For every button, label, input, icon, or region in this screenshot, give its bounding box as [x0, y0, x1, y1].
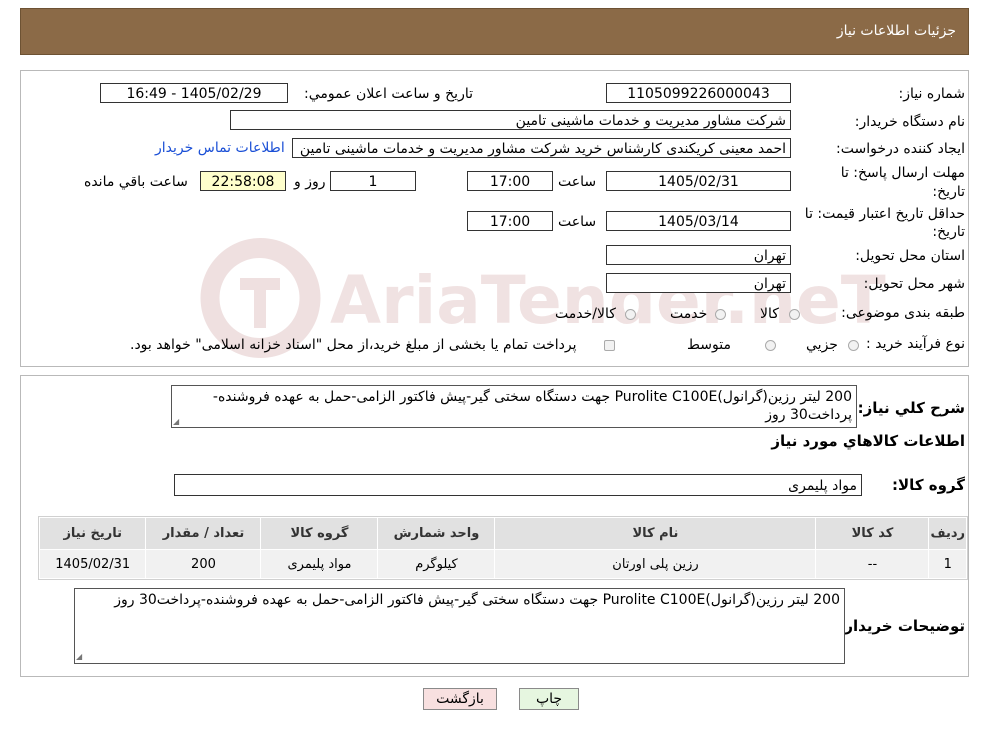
description-label: شرح کلي نياز:: [857, 399, 965, 417]
city-field: تهران: [606, 273, 791, 293]
creator-label: ايجاد کننده درخواست:: [836, 141, 965, 157]
table-header-row: رديف کد کالا نام کالا واحد شمارش گروه کا…: [38, 517, 967, 550]
remaining-time-field: 22:58:08: [200, 171, 286, 191]
days-label: روز و: [294, 174, 326, 190]
process-option-medium: متوسط: [687, 337, 731, 353]
table-cell: 1: [928, 549, 967, 579]
process-radio-minor[interactable]: [848, 340, 859, 351]
buyer-notes-resize-icon[interactable]: ◢: [76, 653, 84, 661]
col-header-name: نام کالا: [494, 517, 817, 550]
goods-group-field: مواد پلیمری: [174, 474, 862, 496]
buyer-notes-label: توضيحات خريدار:: [838, 617, 965, 635]
table-cell: کیلوگرم: [377, 549, 496, 579]
validity-time-field: 17:00: [467, 211, 553, 231]
validity-date-field: 1405/03/14: [606, 211, 791, 231]
validity-label: حداقل تاريخ اعتبار قيمت: تا: [804, 206, 965, 222]
table-cell: مواد پلیمری: [260, 549, 379, 579]
col-header-row-no: رديف: [928, 517, 967, 550]
province-field: تهران: [606, 245, 791, 265]
table-cell: 200: [145, 549, 262, 579]
table-row: 1 -- رزین پلی اورتان کیلوگرم مواد پلیمری…: [38, 549, 967, 579]
process-label: نوع فرآيند خريد :: [866, 336, 965, 352]
items-table: رديف کد کالا نام کالا واحد شمارش گروه کا…: [38, 517, 967, 579]
description-textarea[interactable]: 200 لیتر رزین(گرانول)Purolite C100E جهت …: [171, 385, 857, 428]
category-option-goods: کالا: [760, 306, 779, 322]
category-label: طبقه بندی موضوعی:: [841, 305, 965, 321]
validity-time-label: ساعت: [558, 214, 597, 230]
back-button[interactable]: بازگشت: [423, 688, 497, 710]
col-header-date: تاريخ نياز: [38, 517, 147, 550]
announce-field: 1405/02/29 - 16:49: [100, 83, 288, 103]
goods-group-label: گروه کالا:: [892, 476, 965, 494]
remaining-time-label: ساعت باقي مانده: [84, 174, 188, 190]
description-resize-icon[interactable]: ◢: [173, 418, 181, 426]
table-cell: رزین پلی اورتان: [494, 549, 817, 579]
need-number-field: 1105099226000043: [606, 83, 791, 103]
col-header-quantity: تعداد / مقدار: [145, 517, 262, 550]
col-header-unit: واحد شمارش: [377, 517, 496, 550]
deadline-label: مهلت ارسال پاسخ: تا: [840, 165, 965, 181]
items-table-wrapper: رديف کد کالا نام کالا واحد شمارش گروه کا…: [38, 516, 968, 580]
page-header: جزئیات اطلاعات نیاز: [20, 8, 969, 55]
category-option-goods-service: کالا/خدمت: [555, 306, 616, 322]
process-option-minor: جزيي: [806, 337, 838, 353]
items-heading: اطلاعات کالاهاي مورد نياز: [771, 432, 965, 450]
deadline-date-field: 1405/02/31: [606, 171, 791, 191]
table-cell: 1405/02/31: [38, 549, 147, 579]
buyer-org-label: نام دستگاه خريدار:: [854, 114, 965, 130]
page-title: جزئیات اطلاعات نیاز: [836, 23, 956, 39]
city-label: شهر محل تحويل:: [863, 276, 965, 292]
buyer-notes-textarea[interactable]: 200 لیتر رزین(گرانول)Purolite C100E جهت …: [74, 588, 845, 664]
creator-field: احمد معینی کریکندی کارشناس خرید شرکت مشا…: [292, 138, 791, 158]
days-field: 1: [330, 171, 416, 191]
category-radio-goods[interactable]: [789, 309, 800, 320]
deadline-time-field: 17:00: [467, 171, 553, 191]
col-header-group: گروه کالا: [260, 517, 379, 550]
process-note: پرداخت تمام يا بخشی از مبلغ خريد،از محل …: [130, 337, 577, 353]
buyer-contact-link[interactable]: اطلاعات تماس خريدار: [155, 140, 285, 156]
announce-label: تاریخ و ساعت اعلان عمومي:: [304, 86, 473, 102]
process-checkbox-treasury[interactable]: [604, 340, 615, 351]
col-header-code: کد کالا: [815, 517, 930, 550]
buyer-org-field: شرکت مشاور مدیریت و خدمات ماشینی تامین: [230, 110, 791, 130]
print-button[interactable]: چاپ: [519, 688, 579, 710]
process-radio-medium[interactable]: [765, 340, 776, 351]
category-radio-service[interactable]: [715, 309, 726, 320]
category-radio-goods-service[interactable]: [625, 309, 636, 320]
province-label: استان محل تحويل:: [855, 248, 965, 264]
deadline-label-2: تاريخ:: [932, 184, 965, 200]
category-option-service: خدمت: [670, 306, 708, 322]
need-number-label: شماره نیاز:: [898, 86, 966, 102]
validity-label-2: تاريخ:: [932, 224, 965, 240]
deadline-time-label: ساعت: [558, 174, 597, 190]
table-cell: --: [815, 549, 930, 579]
